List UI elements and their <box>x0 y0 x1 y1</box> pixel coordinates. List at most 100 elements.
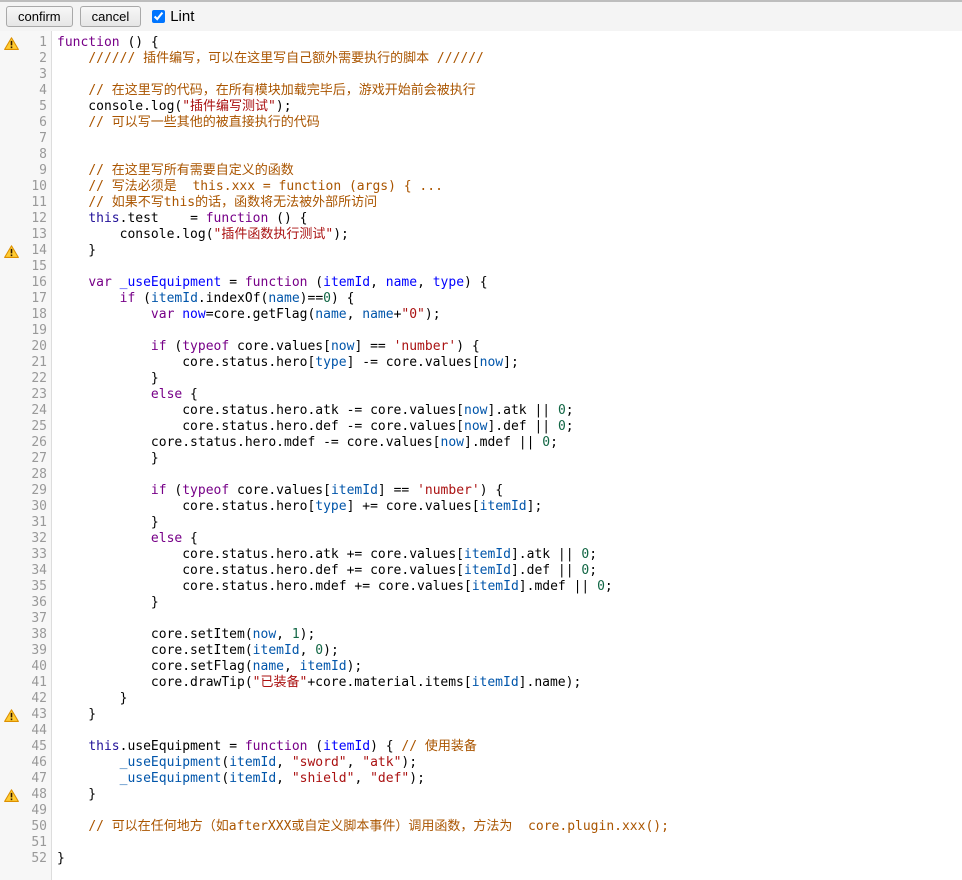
code-line[interactable]: 41 core.drawTip("已装备"+core.material.item… <box>0 675 962 691</box>
code-text <box>53 147 57 163</box>
code-line[interactable]: 12 this.test = function () { <box>0 211 962 227</box>
code-text: _useEquipment(itemId, "shield", "def"); <box>53 771 425 787</box>
code-line[interactable]: 37 <box>0 611 962 627</box>
code-line[interactable]: 43 } <box>0 707 962 723</box>
code-line[interactable]: 25 core.status.hero.def -= core.values[n… <box>0 419 962 435</box>
lint-toggle[interactable]: Lint <box>152 8 194 25</box>
code-line[interactable]: 27 } <box>0 451 962 467</box>
gutter-cell: 10 <box>0 179 53 195</box>
gutter-cell: 39 <box>0 643 53 659</box>
line-number: 24 <box>21 403 53 419</box>
code-text <box>53 67 57 83</box>
gutter-cell: 47 <box>0 771 53 787</box>
code-line[interactable]: 28 <box>0 467 962 483</box>
code-text <box>53 131 57 147</box>
line-number: 41 <box>21 675 53 691</box>
gutter-cell: 21 <box>0 355 53 371</box>
code-line[interactable]: 52} <box>0 851 962 867</box>
gutter-cell: 16 <box>0 275 53 291</box>
code-line[interactable]: 45 this.useEquipment = function (itemId)… <box>0 739 962 755</box>
code-line[interactable]: 51 <box>0 835 962 851</box>
code-line[interactable]: 7 <box>0 131 962 147</box>
line-number: 44 <box>21 723 53 739</box>
lint-warning-icon[interactable] <box>0 709 21 722</box>
code-line[interactable]: 21 core.status.hero[type] -= core.values… <box>0 355 962 371</box>
code-line[interactable]: 22 } <box>0 371 962 387</box>
code-text: } <box>53 595 159 611</box>
code-line[interactable]: 50 // 可以在任何地方（如afterXXX或自定义脚本事件）调用函数，方法为… <box>0 819 962 835</box>
code-line[interactable]: 42 } <box>0 691 962 707</box>
code-line[interactable]: 31 } <box>0 515 962 531</box>
line-number: 34 <box>21 563 53 579</box>
cancel-button[interactable]: cancel <box>80 6 142 27</box>
code-line[interactable]: 40 core.setFlag(name, itemId); <box>0 659 962 675</box>
code-line[interactable]: 1function () { <box>0 35 962 51</box>
gutter-cell: 2 <box>0 51 53 67</box>
line-number: 6 <box>21 115 53 131</box>
code-line[interactable]: 24 core.status.hero.atk -= core.values[n… <box>0 403 962 419</box>
code-text: ////// 插件编写，可以在这里写自己额外需要执行的脚本 ////// <box>53 51 484 67</box>
line-number: 4 <box>21 83 53 99</box>
code-line[interactable]: 16 var _useEquipment = function (itemId,… <box>0 275 962 291</box>
code-line[interactable]: 39 core.setItem(itemId, 0); <box>0 643 962 659</box>
code-line[interactable]: 49 <box>0 803 962 819</box>
code-line[interactable]: 32 else { <box>0 531 962 547</box>
code-line[interactable]: 18 var now=core.getFlag(name, name+"0"); <box>0 307 962 323</box>
code-line[interactable]: 4 // 在这里写的代码，在所有模块加载完毕后，游戏开始前会被执行 <box>0 83 962 99</box>
code-line[interactable]: 26 core.status.hero.mdef -= core.values[… <box>0 435 962 451</box>
code-line[interactable]: 48 } <box>0 787 962 803</box>
line-number: 25 <box>21 419 53 435</box>
lint-warning-icon[interactable] <box>0 37 21 50</box>
code-text: // 在这里写所有需要自定义的函数 <box>53 163 294 179</box>
lint-checkbox[interactable] <box>152 10 165 23</box>
code-line[interactable]: 14 } <box>0 243 962 259</box>
code-line[interactable]: 44 <box>0 723 962 739</box>
line-number: 3 <box>21 67 53 83</box>
code-line[interactable]: 20 if (typeof core.values[now] == 'numbe… <box>0 339 962 355</box>
code-line[interactable]: 15 <box>0 259 962 275</box>
code-line[interactable]: 19 <box>0 323 962 339</box>
code-line[interactable]: 13 console.log("插件函数执行测试"); <box>0 227 962 243</box>
code-line[interactable]: 34 core.status.hero.def += core.values[i… <box>0 563 962 579</box>
line-number: 8 <box>21 147 53 163</box>
code-text <box>53 803 57 819</box>
code-line[interactable]: 3 <box>0 67 962 83</box>
code-line[interactable]: 36 } <box>0 595 962 611</box>
confirm-button[interactable]: confirm <box>6 6 73 27</box>
lint-warning-icon[interactable] <box>0 789 21 802</box>
line-number: 40 <box>21 659 53 675</box>
gutter-cell: 29 <box>0 483 53 499</box>
code-line[interactable]: 29 if (typeof core.values[itemId] == 'nu… <box>0 483 962 499</box>
code-line[interactable]: 5 console.log("插件编写测试"); <box>0 99 962 115</box>
line-number: 49 <box>21 803 53 819</box>
code-line[interactable]: 38 core.setItem(now, 1); <box>0 627 962 643</box>
code-editor[interactable]: 1function () {2 ////// 插件编写，可以在这里写自己额外需要… <box>0 31 962 880</box>
code-line[interactable]: 2 ////// 插件编写，可以在这里写自己额外需要执行的脚本 ////// <box>0 51 962 67</box>
code-line[interactable]: 8 <box>0 147 962 163</box>
code-text: // 如果不写this的话，函数将无法被外部所访问 <box>53 195 377 211</box>
code-line[interactable]: 11 // 如果不写this的话，函数将无法被外部所访问 <box>0 195 962 211</box>
gutter-cell: 28 <box>0 467 53 483</box>
code-line[interactable]: 23 else { <box>0 387 962 403</box>
code-line[interactable]: 35 core.status.hero.mdef += core.values[… <box>0 579 962 595</box>
code-text: this.useEquipment = function (itemId) { … <box>53 739 477 755</box>
gutter-cell: 26 <box>0 435 53 451</box>
gutter-cell: 23 <box>0 387 53 403</box>
lint-warning-icon[interactable] <box>0 245 21 258</box>
gutter-cell: 44 <box>0 723 53 739</box>
code-line[interactable]: 47 _useEquipment(itemId, "shield", "def"… <box>0 771 962 787</box>
code-line[interactable]: 33 core.status.hero.atk += core.values[i… <box>0 547 962 563</box>
line-number: 10 <box>21 179 53 195</box>
code-line[interactable]: 46 _useEquipment(itemId, "sword", "atk")… <box>0 755 962 771</box>
code-area[interactable]: 1function () {2 ////// 插件编写，可以在这里写自己额外需要… <box>0 31 962 867</box>
line-number: 27 <box>21 451 53 467</box>
code-line[interactable]: 17 if (itemId.indexOf(name)==0) { <box>0 291 962 307</box>
code-line[interactable]: 10 // 写法必须是 this.xxx = function (args) {… <box>0 179 962 195</box>
gutter-cell: 11 <box>0 195 53 211</box>
code-text: } <box>53 451 159 467</box>
code-line[interactable]: 30 core.status.hero[type] += core.values… <box>0 499 962 515</box>
code-line[interactable]: 6 // 可以写一些其他的被直接执行的代码 <box>0 115 962 131</box>
gutter-cell: 49 <box>0 803 53 819</box>
line-number: 47 <box>21 771 53 787</box>
code-line[interactable]: 9 // 在这里写所有需要自定义的函数 <box>0 163 962 179</box>
